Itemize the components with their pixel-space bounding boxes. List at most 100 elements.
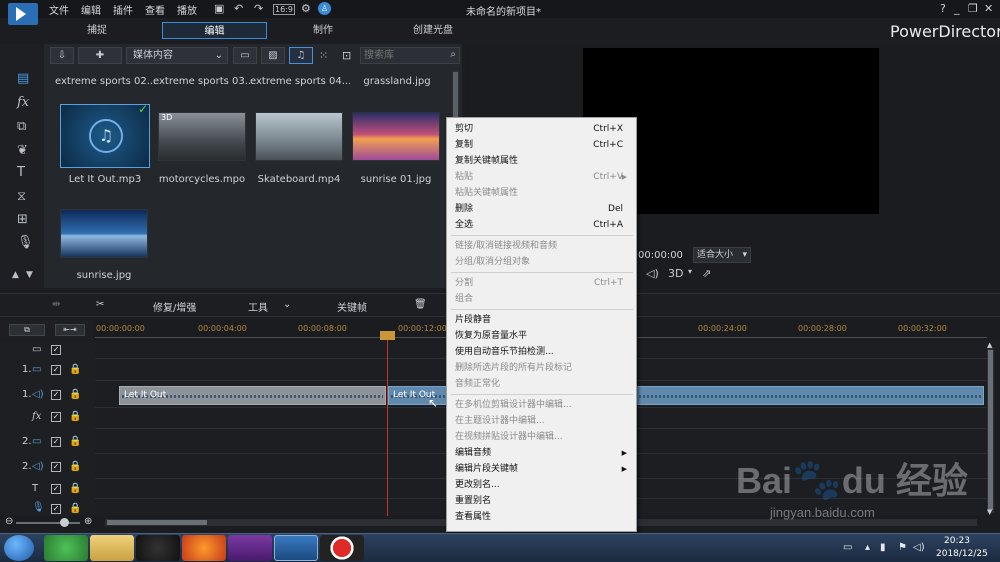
filter-video-button[interactable]: ▭ (233, 47, 257, 64)
taskbar-app-firefox[interactable] (182, 535, 226, 561)
filter-audio-button[interactable]: ♫ (289, 47, 313, 64)
clock-time[interactable]: 20:23 (944, 536, 970, 546)
trash-icon[interactable]: 🗑 (414, 299, 427, 310)
save-icon[interactable]: ▣ (214, 2, 224, 15)
start-button[interactable] (4, 535, 34, 561)
lock-icon[interactable]: 🔒 (69, 483, 81, 494)
voiceover-room-icon[interactable]: 🎙 (17, 235, 34, 250)
lock-icon[interactable]: 🔒 (69, 411, 81, 422)
tray-flag-icon[interactable]: ⚑ (898, 542, 907, 553)
fit-timeline-button[interactable]: ⇤⇥ (55, 324, 85, 336)
library-item-video[interactable]: 3D (158, 112, 246, 161)
menu-file[interactable]: 文件 (49, 2, 69, 17)
restore-icon[interactable]: ❐ (968, 2, 978, 15)
track-enable-checkbox[interactable]: ✓ (51, 462, 61, 472)
playhead-handle[interactable] (380, 331, 395, 340)
transition-room-icon[interactable]: ⧖ (17, 189, 26, 204)
chevron-down-icon[interactable]: ⌄ (283, 299, 291, 310)
context-menu-item[interactable]: 全选 Ctrl+A (455, 217, 633, 233)
lock-icon[interactable]: 🔒 (69, 503, 81, 514)
search-input[interactable] (364, 49, 444, 62)
settings-gear-icon[interactable]: ⚙ (301, 2, 311, 15)
track-manager-button[interactable]: ⧉ (9, 324, 45, 336)
audio-mixing-room-icon[interactable]: ⊞ (17, 212, 28, 227)
redo-icon[interactable]: ↷ (254, 2, 263, 15)
context-menu-item[interactable]: 查看属性 (455, 509, 633, 525)
aspect-ratio-button[interactable]: 16:9 (273, 4, 295, 15)
zoom-slider[interactable] (16, 522, 80, 524)
thumbnail-size-icon[interactable]: ⊡ (342, 49, 351, 62)
scroll-down-icon[interactable]: ▼ (987, 508, 992, 516)
volume-icon[interactable]: ◁) (646, 267, 659, 280)
track-enable-checkbox[interactable]: ✓ (51, 412, 61, 422)
media-room-icon[interactable]: ▤ (17, 71, 29, 86)
particle-room-icon[interactable]: ❦ (17, 143, 28, 158)
tray-expand-icon[interactable]: ▴ (865, 542, 870, 553)
timeline-vertical-scrollbar-thumb[interactable] (988, 350, 993, 510)
audio-clip[interactable]: Let It Out (119, 386, 386, 405)
taskbar-app-explorer[interactable] (90, 535, 134, 561)
lock-icon[interactable]: 🔒 (69, 389, 81, 400)
zoom-slider-handle[interactable] (60, 518, 69, 527)
context-menu-item[interactable]: 剪切 Ctrl+X (455, 121, 633, 137)
library-item-audio[interactable]: ♫ (60, 104, 150, 168)
lock-icon[interactable]: 🔒 (69, 436, 81, 447)
preview-timecode[interactable]: 00:00:00 (638, 250, 683, 261)
context-menu-item[interactable]: 编辑片段关键帧 ▶ (455, 461, 633, 477)
context-menu-item[interactable]: 复制 Ctrl+C (455, 137, 633, 153)
tools-button[interactable]: 工具 (248, 299, 268, 314)
playhead-line[interactable] (387, 333, 388, 516)
tab-produce[interactable]: 制作 (278, 22, 368, 39)
menu-plugins[interactable]: 插件 (113, 2, 133, 17)
undock-icon[interactable]: ⇗ (702, 267, 711, 280)
track-enable-checkbox[interactable]: ✓ (51, 390, 61, 400)
fit-size-dropdown[interactable]: 适合大小 ▾ (693, 247, 751, 263)
keyframe-button[interactable]: 关键帧 (337, 299, 367, 314)
taskbar-app-qq[interactable] (136, 535, 180, 561)
context-menu-item[interactable]: 恢复为原音量水平 (455, 328, 633, 344)
undo-icon[interactable]: ↶ (234, 2, 243, 15)
plugin-button[interactable]: ✚ (78, 47, 122, 64)
pip-room-icon[interactable]: ⧉ (17, 119, 26, 134)
minimize-icon[interactable]: _ (954, 2, 960, 15)
context-menu-item[interactable]: 重置别名 (455, 493, 633, 509)
content-type-dropdown[interactable]: 媒体内容 ⌄ (126, 47, 228, 64)
lock-icon[interactable]: 🔒 (69, 461, 81, 472)
taskbar-app-recorder[interactable] (320, 535, 364, 561)
context-menu-item[interactable]: 编辑音频 ▶ (455, 445, 633, 461)
tray-volume-icon[interactable]: ◁) (913, 542, 925, 553)
context-menu-item[interactable]: 更改别名... (455, 477, 633, 493)
track-enable-checkbox[interactable]: ✓ (51, 484, 61, 494)
menu-view[interactable]: 查看 (145, 2, 165, 17)
taskbar-app-editor[interactable] (228, 535, 272, 561)
clock-date[interactable]: 2018/12/25 (936, 549, 988, 559)
title-room-icon[interactable]: T (17, 165, 25, 180)
context-menu-item[interactable]: 片段静音 (455, 312, 633, 328)
library-item-image[interactable] (60, 209, 148, 258)
library-search[interactable]: ⌕ (360, 47, 460, 64)
lock-icon[interactable]: 🔒 (69, 364, 81, 375)
tab-create-disc[interactable]: 创建光盘 (388, 22, 478, 39)
search-icon[interactable]: ⌕ (450, 49, 456, 60)
filter-image-button[interactable]: ▨ (261, 47, 285, 64)
scissors-icon[interactable]: ✂ (96, 299, 104, 310)
tray-app-icon[interactable]: ▮ (880, 542, 886, 553)
tab-edit[interactable]: 编辑 (162, 22, 267, 39)
close-icon[interactable]: ✕ (984, 2, 993, 15)
track-enable-checkbox[interactable]: ✓ (51, 365, 61, 375)
context-menu-item[interactable]: 使用自动音乐节拍检测... (455, 344, 633, 360)
grid-view-icon[interactable]: ⁙ (319, 49, 328, 62)
library-item-video[interactable] (255, 112, 343, 161)
split-clip-icon[interactable]: ⇹ (52, 299, 60, 310)
track-enable-checkbox[interactable]: ✓ (51, 345, 61, 355)
scroll-up-icon[interactable]: ▲ (987, 341, 992, 349)
context-menu-item[interactable]: 删除 Del (455, 201, 633, 217)
timeline-horizontal-scrollbar-thumb[interactable] (107, 520, 207, 525)
taskbar-app-powerdirector[interactable] (274, 535, 318, 561)
taskbar-app-browser[interactable] (44, 535, 88, 561)
menu-playback[interactable]: 播放 (177, 2, 197, 17)
tab-capture[interactable]: 捕捉 (52, 22, 142, 39)
effects-room-icon[interactable]: fx (17, 95, 29, 110)
3d-mode-button[interactable]: 3D (668, 267, 683, 280)
scroll-up-icon[interactable]: ▲ (12, 270, 19, 280)
